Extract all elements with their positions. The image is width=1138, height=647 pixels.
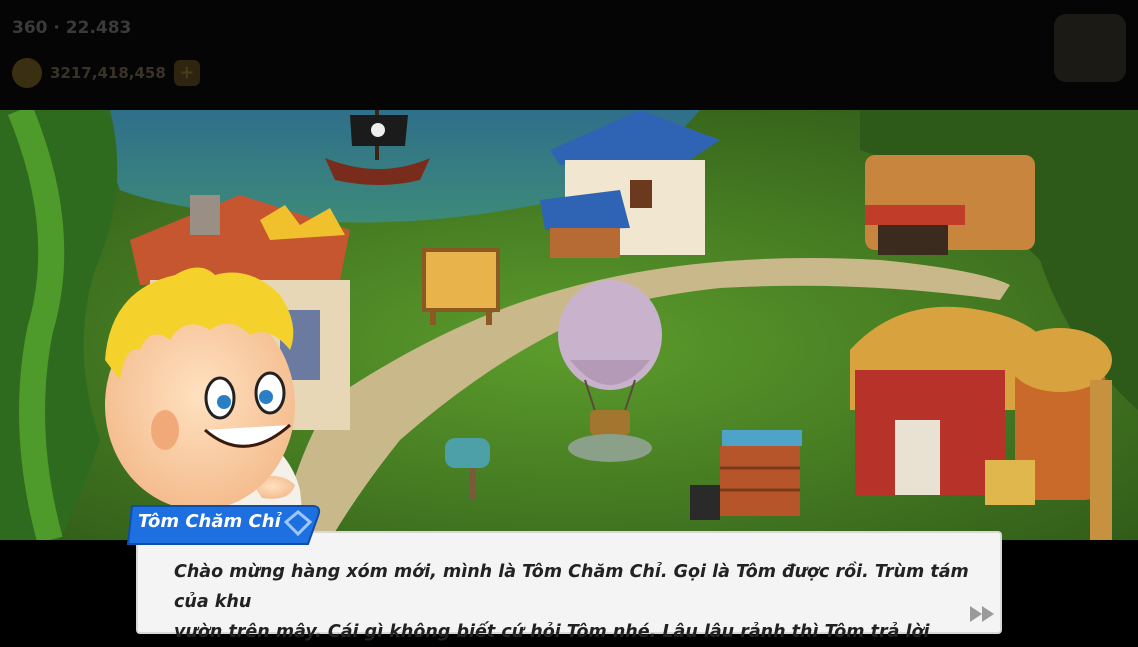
market-stall (865, 155, 1035, 255)
dialog-text: Chào mừng hàng xóm mới, mình là Tôm Chăm… (174, 557, 974, 647)
coin-value: 3217,418,458 (50, 64, 166, 82)
add-coins-button[interactable]: + (173, 60, 200, 86)
speaker-nameplate: Tôm Chăm Chỉ (126, 504, 322, 548)
hud-stats: 360 · 22.483 (12, 18, 132, 38)
speaker-name: Tôm Chăm Chỉ (138, 511, 281, 532)
fast-forward-icon[interactable] (970, 604, 996, 624)
gear-icon[interactable] (1054, 14, 1126, 82)
seed-planter (720, 430, 802, 516)
coin-icon (12, 58, 42, 88)
farm-scene (0, 110, 1138, 540)
coin-counter: 3217,418,458 + (12, 58, 200, 88)
small-sign (690, 485, 720, 520)
dialog-line-2: vườn trên mây. Cái gì không biết cứ hỏi … (174, 622, 930, 642)
top-hud: 360 · 22.483 3217,418,458 + (0, 0, 1138, 110)
dialog-line-1: Chào mừng hàng xóm mới, mình là Tôm Chăm… (174, 562, 969, 612)
